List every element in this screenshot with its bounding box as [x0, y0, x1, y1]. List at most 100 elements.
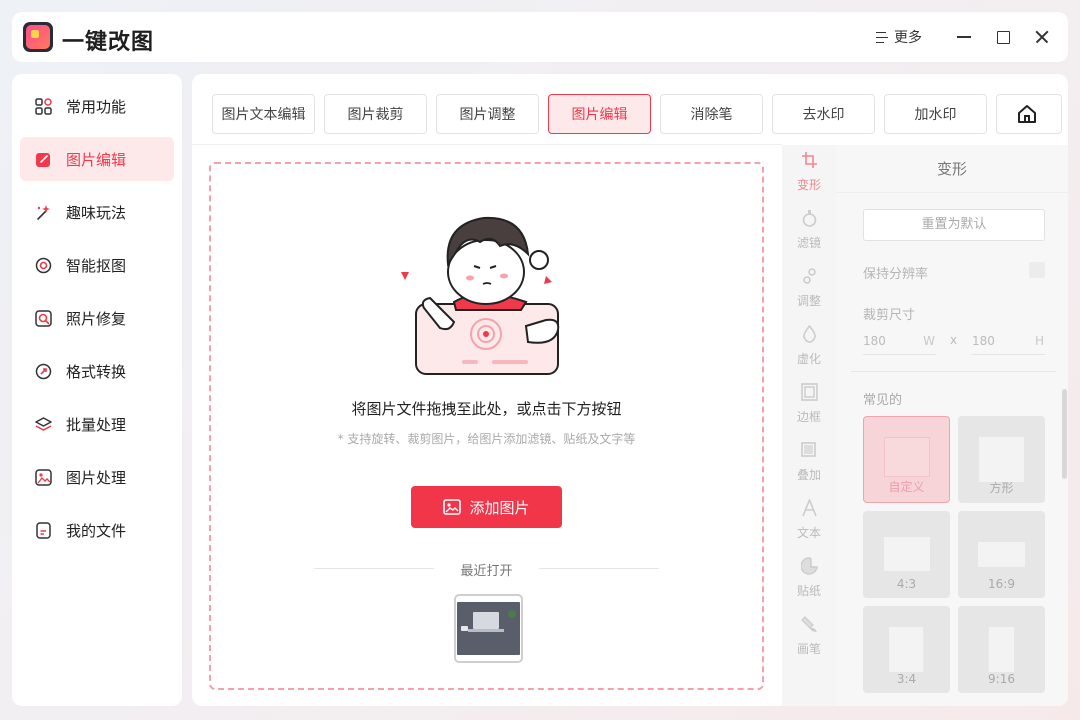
sidebar-item-format[interactable]: 格式转换 — [20, 349, 174, 393]
home-button[interactable] — [996, 94, 1062, 134]
reset-default-button[interactable]: 重置为默认 — [863, 209, 1045, 241]
sidebar-item-image-process[interactable]: 图片处理 — [20, 455, 174, 499]
tool-blur[interactable]: 虚化 — [782, 319, 836, 371]
ratio-label: 自定义 — [888, 480, 925, 494]
sidebar-item-batch[interactable]: 批量处理 — [20, 402, 174, 446]
tab-eraser[interactable]: 消除笔 — [660, 94, 763, 134]
tool-adjust[interactable]: 调整 — [782, 261, 836, 313]
magic-wand-icon — [37, 204, 50, 220]
tool-label: 虚化 — [796, 352, 821, 366]
main-panel: 图片文本编辑 图片裁剪 图片调整 图片编辑 消除笔 去水印 加水印 将图片文件拖… — [192, 74, 1068, 706]
tab-bar: 图片文本编辑 图片裁剪 图片调整 图片编辑 消除笔 去水印 加水印 — [212, 94, 1062, 134]
ratio-9-16[interactable]: 9:16 — [958, 606, 1045, 693]
tool-overlay[interactable]: 叠加 — [782, 435, 836, 487]
repair-icon — [35, 309, 52, 327]
ratio-16-9[interactable]: 16:9 — [958, 511, 1045, 598]
ratio-square[interactable]: 方形 — [958, 416, 1045, 503]
divider — [851, 371, 1056, 372]
sidebar-item-label: 趣味玩法 — [66, 203, 127, 222]
app-title: 一键改图 — [62, 30, 155, 55]
more-button[interactable]: 更多 — [876, 26, 922, 48]
drop-hint: * 支持旋转、裁剪图片，给图片添加滤镜、贴纸及文字等 — [337, 432, 636, 446]
app-logo-icon — [23, 22, 53, 52]
crop-icon — [802, 152, 817, 168]
height-value: 180 — [972, 334, 995, 348]
sidebar-item-image-edit[interactable]: 图片编辑 — [20, 137, 174, 181]
tab-image-text-edit[interactable]: 图片文本编辑 — [212, 94, 315, 134]
times-label: x — [950, 333, 958, 347]
tab-image-crop[interactable]: 图片裁剪 — [324, 94, 427, 134]
drop-instruction: 将图片文件拖拽至此处，或点击下方按钮 — [351, 400, 622, 418]
keep-resolution-checkbox[interactable] — [1029, 262, 1045, 278]
sidebar-item-repair[interactable]: 照片修复 — [20, 296, 174, 340]
minimize-button[interactable] — [952, 25, 976, 49]
convert-icon — [35, 363, 52, 379]
tool-label: 滤镜 — [796, 236, 821, 250]
text-icon — [802, 499, 817, 517]
properties-panel: 变形 重置为默认 保持分辨率 裁剪尺寸 180 W x 180 H 常见的 自定… — [836, 145, 1068, 706]
tool-brush[interactable]: 画笔 — [782, 609, 836, 661]
recent-thumbnail[interactable] — [454, 594, 523, 663]
sidebar-item-my-files[interactable]: 我的文件 — [20, 508, 174, 552]
add-image-icon — [443, 499, 462, 515]
tool-filter[interactable]: 滤镜 — [782, 203, 836, 255]
more-label: 更多 — [894, 30, 922, 46]
tab-image-edit[interactable]: 图片编辑 — [548, 94, 651, 134]
tool-text[interactable]: 文本 — [782, 493, 836, 545]
sidebar-item-label: 格式转换 — [66, 362, 127, 381]
sidebar-item-label: 照片修复 — [66, 309, 127, 328]
tab-add-watermark[interactable]: 加水印 — [884, 94, 987, 134]
recent-label: 最近打开 — [460, 564, 513, 579]
ratio-label: 16:9 — [988, 577, 1015, 591]
tool-frame[interactable]: 边框 — [782, 377, 836, 429]
ratio-label: 方形 — [989, 481, 1014, 495]
height-unit: H — [1034, 334, 1044, 348]
panel-title: 变形 — [836, 145, 1068, 193]
tool-label: 边框 — [796, 410, 821, 424]
blur-icon — [803, 325, 816, 343]
sticker-icon — [801, 557, 818, 575]
maximize-button[interactable] — [991, 25, 1015, 49]
tool-label: 变形 — [796, 178, 821, 192]
close-button[interactable] — [1030, 25, 1054, 49]
divider — [192, 144, 782, 145]
ratio-4-3[interactable]: 4:3 — [863, 511, 950, 598]
ratio-custom[interactable]: 自定义 — [863, 416, 950, 503]
thumbnail-image — [457, 602, 520, 655]
tab-image-adjust[interactable]: 图片调整 — [436, 94, 539, 134]
overlay-icon — [801, 442, 816, 457]
sidebar-item-label: 智能抠图 — [66, 256, 127, 275]
ratio-label: 9:16 — [988, 672, 1015, 686]
keep-resolution-label: 保持分辨率 — [863, 267, 929, 282]
layers-icon — [35, 416, 52, 431]
add-image-label: 添加图片 — [469, 498, 530, 517]
image-icon — [35, 468, 52, 486]
file-icon — [36, 521, 51, 539]
width-input[interactable]: 180 W — [863, 331, 936, 355]
menu-icon — [876, 31, 888, 43]
add-image-button[interactable]: 添加图片 — [411, 486, 562, 528]
crop-size-label: 裁剪尺寸 — [863, 308, 916, 323]
panel-scrollbar[interactable] — [1062, 389, 1067, 479]
sidebar-item-common[interactable]: 常用功能 — [20, 84, 174, 128]
height-input[interactable]: 180 H — [972, 331, 1045, 355]
frame-icon — [801, 383, 818, 401]
drop-zone[interactable]: 将图片文件拖拽至此处，或点击下方按钮 * 支持旋转、裁剪图片，给图片添加滤镜、贴… — [209, 162, 764, 690]
tool-transform[interactable]: 变形 — [782, 145, 836, 197]
upload-illustration — [401, 216, 560, 375]
adjust-icon — [803, 268, 816, 284]
common-ratios-label: 常见的 — [863, 393, 903, 408]
sidebar-item-label: 我的文件 — [66, 521, 127, 540]
tab-remove-watermark[interactable]: 去水印 — [772, 94, 875, 134]
brush-icon — [801, 616, 817, 632]
ratio-3-4[interactable]: 3:4 — [863, 606, 950, 693]
sidebar-item-label: 图片编辑 — [66, 150, 127, 169]
sidebar-item-cutout[interactable]: 智能抠图 — [20, 243, 174, 287]
home-icon — [1018, 105, 1036, 123]
sidebar-item-fun[interactable]: 趣味玩法 — [20, 190, 174, 234]
sidebar-item-label: 批量处理 — [66, 415, 127, 434]
recent-header: 最近打开 — [314, 560, 659, 579]
sidebar-item-label: 常用功能 — [66, 97, 127, 116]
sidebar-item-label: 图片处理 — [66, 468, 127, 487]
tool-sticker[interactable]: 贴纸 — [782, 551, 836, 603]
